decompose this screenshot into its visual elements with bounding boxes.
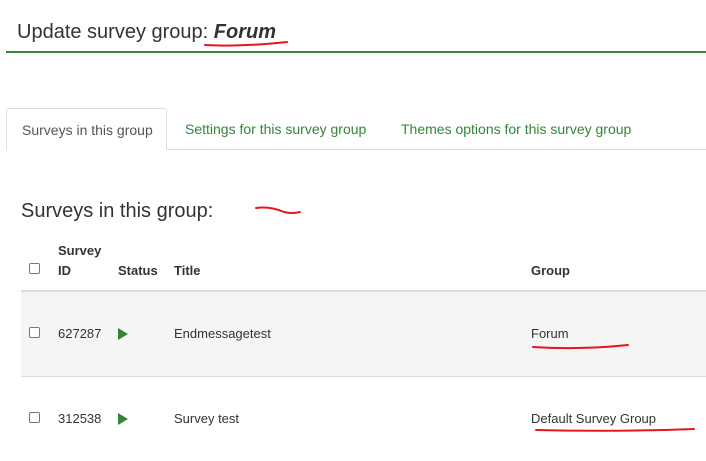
page-title: Update survey group: Forum (17, 20, 276, 44)
survey-group: Forum (531, 326, 569, 341)
tab-themes-options[interactable]: Themes options for this survey group (401, 108, 631, 150)
table-row[interactable]: 627287 Endmessagetest Forum (21, 292, 706, 377)
tab-settings[interactable]: Settings for this survey group (185, 108, 366, 150)
table-row[interactable]: 312538 Survey test Default Survey Group (21, 377, 706, 461)
surveys-table: Survey ID Status Title Group 627287 Endm… (21, 238, 706, 461)
page-title-group-name: Forum (213, 21, 277, 43)
table-header: Survey ID Status Title Group (21, 238, 706, 292)
page-title-prefix: Update survey group: (17, 21, 209, 43)
column-header-survey-id[interactable]: Survey ID (58, 241, 101, 281)
status-cell (118, 324, 128, 346)
column-header-status[interactable]: Status (118, 261, 158, 281)
select-all-checkbox[interactable] (29, 263, 40, 274)
survey-title: Endmessagetest (174, 326, 271, 341)
page: Update survey group: Forum Surveys in th… (0, 0, 706, 461)
row-checkbox[interactable] (29, 412, 40, 423)
survey-title: Survey test (174, 411, 240, 426)
select-all-cell (29, 263, 40, 274)
survey-group: Default Survey Group (531, 411, 657, 426)
section-title: Surveys in this group: (21, 200, 214, 222)
play-icon (118, 413, 128, 425)
survey-id: 312538 (58, 411, 102, 426)
column-header-group[interactable]: Group (531, 261, 570, 281)
tab-surveys-in-group[interactable]: Surveys in this group (6, 108, 167, 150)
annotation-squiggle-section (255, 206, 301, 214)
row-select-cell (29, 412, 40, 423)
row-checkbox[interactable] (29, 327, 40, 338)
tab-bar: Surveys in this group Settings for this … (6, 108, 706, 150)
survey-id: 627287 (58, 326, 102, 341)
row-select-cell (29, 327, 40, 338)
play-icon (118, 328, 128, 340)
column-header-title[interactable]: Title (174, 261, 201, 281)
status-cell (118, 409, 128, 431)
page-header: Update survey group: Forum (6, 0, 706, 53)
